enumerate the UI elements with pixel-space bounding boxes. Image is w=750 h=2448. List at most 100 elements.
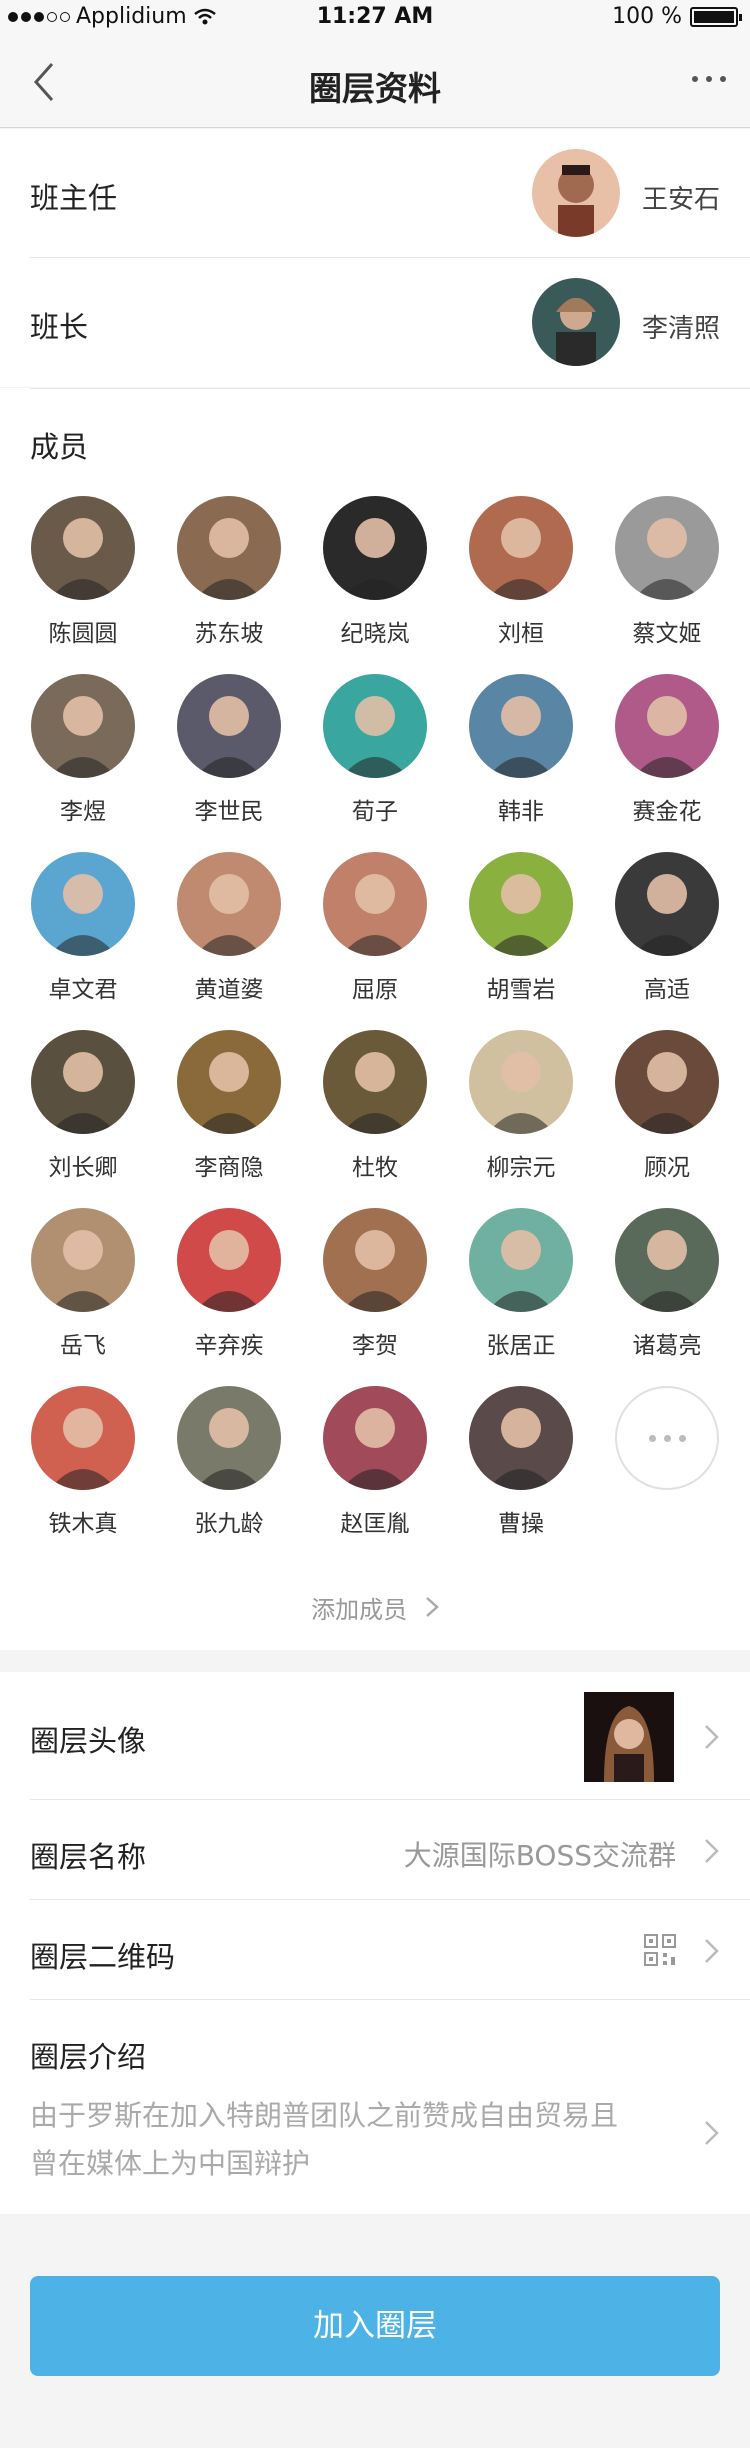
member-item[interactable]: 李世民 <box>174 674 284 826</box>
member-name: 赛金花 <box>632 799 702 825</box>
member-item[interactable]: 黄道婆 <box>174 852 284 1004</box>
circle-name-label: 圈层名称 <box>30 1840 147 1874</box>
member-name: 高适 <box>644 977 690 1003</box>
more-options-icon[interactable] <box>692 76 726 82</box>
more-icon <box>615 1386 719 1490</box>
member-avatar <box>323 1208 427 1312</box>
member-avatar <box>323 1030 427 1134</box>
circle-name-value: 大源国际BOSS交流群 <box>403 1839 676 1872</box>
member-item[interactable]: 赵匡胤 <box>320 1386 430 1538</box>
member-item[interactable]: 李煜 <box>28 674 138 826</box>
member-name: 蔡文姬 <box>632 621 702 647</box>
head-teacher-avatar <box>532 149 620 237</box>
member-item[interactable]: 胡雪岩 <box>466 852 576 1004</box>
member-item[interactable]: 杜牧 <box>320 1030 430 1182</box>
member-avatar <box>615 674 719 778</box>
more-members-button[interactable] <box>612 1386 722 1490</box>
member-avatar <box>323 674 427 778</box>
circle-qr-row[interactable]: 圈层二维码 <box>0 1900 750 2000</box>
chevron-right-icon <box>425 1597 439 1617</box>
member-name: 辛弃疾 <box>194 1333 264 1359</box>
chevron-right-icon <box>705 1839 719 1863</box>
add-member-button[interactable]: 添加成员 <box>0 1590 750 1625</box>
head-teacher-label: 班主任 <box>30 181 118 215</box>
member-avatar <box>177 1208 281 1312</box>
status-bar: Applidium 11:27 AM 100 % <box>0 0 750 36</box>
member-item[interactable]: 顾况 <box>612 1030 722 1182</box>
circle-avatar-label: 圈层头像 <box>30 1724 147 1758</box>
qr-code-icon <box>644 1934 676 1966</box>
member-avatar <box>469 1208 573 1312</box>
member-name: 李贺 <box>352 1333 398 1359</box>
member-avatar <box>323 1386 427 1490</box>
member-item[interactable]: 柳宗元 <box>466 1030 576 1182</box>
member-avatar <box>323 496 427 600</box>
member-item[interactable]: 张居正 <box>466 1208 576 1360</box>
member-name: 岳飞 <box>60 1333 106 1359</box>
join-circle-button[interactable]: 加入圈层 <box>30 2276 720 2376</box>
member-avatar <box>177 1386 281 1490</box>
member-item[interactable]: 高适 <box>612 852 722 1004</box>
member-item[interactable]: 铁木真 <box>28 1386 138 1538</box>
member-avatar <box>469 496 573 600</box>
member-item[interactable]: 屈原 <box>320 852 430 1004</box>
member-name: 韩非 <box>498 799 544 825</box>
member-avatar <box>177 1030 281 1134</box>
member-item[interactable]: 荀子 <box>320 674 430 826</box>
head-teacher-row[interactable]: 班主任 王安石 <box>0 129 750 258</box>
member-item[interactable]: 刘长卿 <box>28 1030 138 1182</box>
member-name: 柳宗元 <box>486 1155 556 1181</box>
member-name: 纪晓岚 <box>340 621 410 647</box>
member-name: 张居正 <box>486 1333 556 1359</box>
chevron-right-icon <box>705 2121 719 2145</box>
member-name: 曹操 <box>498 1511 544 1537</box>
circle-intro-text: 由于罗斯在加入特朗普团队之前赞成自由贸易且 曾在媒体上为中国辩护 <box>30 2092 680 2188</box>
member-item[interactable]: 韩非 <box>466 674 576 826</box>
circle-intro-row[interactable]: 圈层介绍 由于罗斯在加入特朗普团队之前赞成自由贸易且 曾在媒体上为中国辩护 <box>0 2000 750 2214</box>
member-item[interactable]: 卓文君 <box>28 852 138 1004</box>
member-item[interactable]: 赛金花 <box>612 674 722 826</box>
page-title: 圈层资料 <box>309 69 441 108</box>
member-item[interactable]: 曹操 <box>466 1386 576 1538</box>
member-name: 铁木真 <box>48 1511 118 1537</box>
nav-bar: 圈层资料 <box>0 36 750 128</box>
member-avatar <box>177 674 281 778</box>
member-avatar <box>615 1030 719 1134</box>
settings-card: 圈层头像 圈层名称 大源国际BOSS交流群 圈层二维码 圈层介绍 由于罗斯在加入… <box>0 1672 750 2214</box>
member-item[interactable]: 苏东坡 <box>174 496 284 648</box>
member-name: 陈圆圆 <box>48 621 118 647</box>
member-name: 刘长卿 <box>48 1155 118 1181</box>
circle-intro-line-1: 由于罗斯在加入特朗普团队之前赞成自由贸易且 <box>30 2099 619 2132</box>
member-item[interactable]: 纪晓岚 <box>320 496 430 648</box>
battery-percent: 100 % <box>612 4 682 29</box>
circle-name-row[interactable]: 圈层名称 大源国际BOSS交流群 <box>0 1800 750 1900</box>
monitor-label: 班长 <box>30 310 89 344</box>
monitor-avatar <box>532 278 620 366</box>
member-name: 赵匡胤 <box>340 1511 410 1537</box>
member-item[interactable]: 刘桓 <box>466 496 576 648</box>
add-member-label: 添加成员 <box>311 1596 408 1624</box>
member-item[interactable]: 岳飞 <box>28 1208 138 1360</box>
member-item[interactable]: 李贺 <box>320 1208 430 1360</box>
circle-qr-label: 圈层二维码 <box>30 1940 176 1974</box>
circle-avatar-image <box>584 1692 674 1782</box>
member-item[interactable]: 诸葛亮 <box>612 1208 722 1360</box>
member-avatar <box>323 852 427 956</box>
chevron-right-icon <box>705 1939 719 1963</box>
member-avatar <box>469 852 573 956</box>
member-item[interactable]: 辛弃疾 <box>174 1208 284 1360</box>
member-item[interactable]: 蔡文姬 <box>612 496 722 648</box>
leaders-card: 班主任 王安石 班长 李清照 <box>0 129 750 387</box>
member-item[interactable]: 陈圆圆 <box>28 496 138 648</box>
member-name: 卓文君 <box>48 977 118 1003</box>
circle-intro-label: 圈层介绍 <box>30 2040 147 2074</box>
member-avatar <box>31 1030 135 1134</box>
circle-avatar-row[interactable]: 圈层头像 <box>0 1672 750 1800</box>
member-item[interactable]: 张九龄 <box>174 1386 284 1538</box>
member-item[interactable]: 李商隐 <box>174 1030 284 1182</box>
members-title: 成员 <box>30 430 89 464</box>
member-name: 黄道婆 <box>194 977 264 1003</box>
member-avatar <box>177 852 281 956</box>
member-avatar <box>177 496 281 600</box>
monitor-row[interactable]: 班长 李清照 <box>0 258 750 387</box>
